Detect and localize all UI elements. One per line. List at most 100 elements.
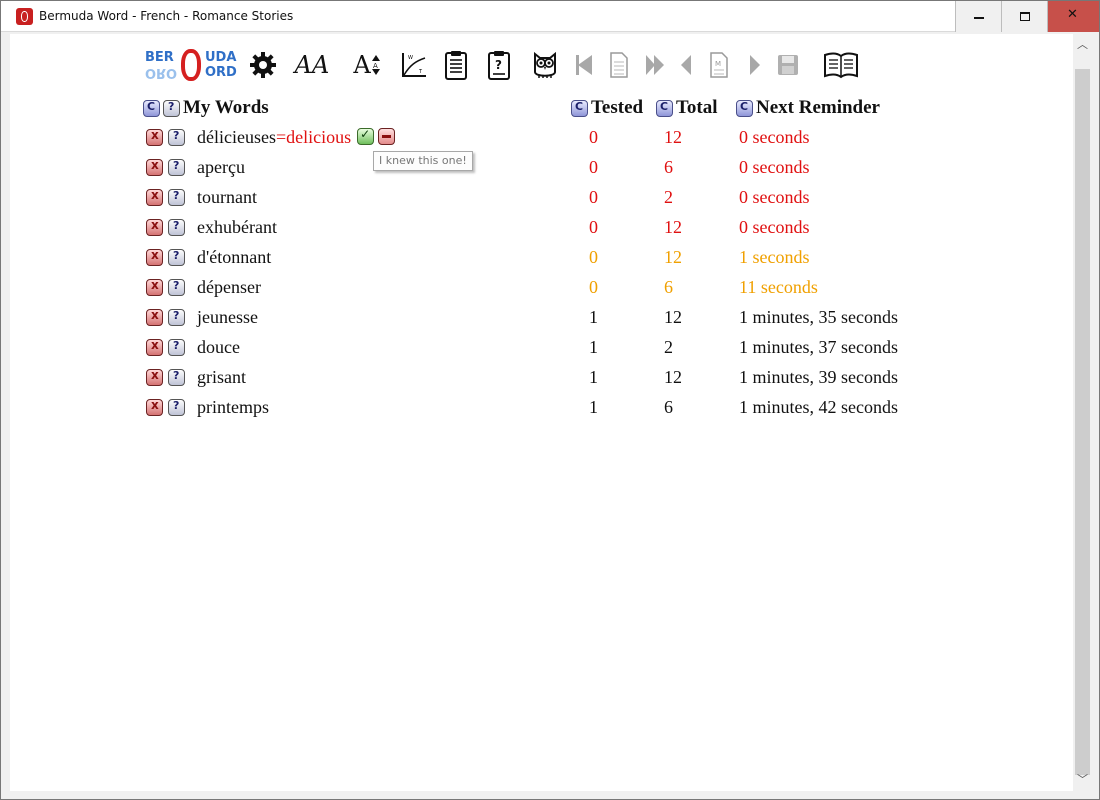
word-help-button[interactable] bbox=[168, 339, 185, 356]
header-my-words: My Words bbox=[143, 97, 269, 119]
page-m-icon[interactable]: M bbox=[707, 48, 731, 82]
delete-word-button[interactable] bbox=[146, 218, 163, 236]
next-reminder-cell: 1 minutes, 39 seconds bbox=[739, 367, 898, 387]
header-next-reminder: Next Reminder bbox=[736, 97, 880, 119]
word-cell[interactable]: délicieuses=delicious bbox=[197, 127, 396, 148]
didnt-know-button[interactable] bbox=[378, 128, 396, 145]
delete-word-button[interactable] bbox=[146, 368, 163, 386]
header-tested: Tested bbox=[571, 97, 643, 119]
svg-text:M: M bbox=[715, 60, 721, 68]
sort-total-button[interactable] bbox=[656, 99, 673, 117]
delete-word-button[interactable] bbox=[146, 248, 163, 266]
word-help-button[interactable] bbox=[168, 309, 185, 326]
word-cell[interactable]: tournant bbox=[197, 187, 257, 208]
graph-icon[interactable]: W T bbox=[399, 48, 429, 82]
word-cell[interactable]: dépenser bbox=[197, 277, 261, 298]
tested-cell: 1 bbox=[589, 307, 598, 327]
word-help-button[interactable] bbox=[168, 249, 185, 266]
font-icon[interactable]: AA bbox=[291, 48, 333, 82]
word-cell[interactable]: d'étonnant bbox=[197, 247, 271, 268]
logo-text-top-left: BER bbox=[145, 50, 174, 65]
bermuda-word-logo[interactable]: BER UDA ORO ORD bbox=[145, 48, 241, 82]
word-help-button[interactable] bbox=[168, 279, 185, 296]
word-text: délicieuses bbox=[197, 127, 276, 147]
total-cell: 12 bbox=[664, 307, 682, 327]
word-row: printemps 1 6 1 minutes, 42 seconds bbox=[146, 397, 926, 419]
fast-forward-icon[interactable] bbox=[643, 48, 667, 82]
word-cell[interactable]: jeunesse bbox=[197, 307, 258, 328]
book-icon[interactable] bbox=[823, 48, 859, 82]
save-icon[interactable] bbox=[775, 48, 801, 82]
next-icon[interactable] bbox=[746, 48, 764, 82]
total-cell: 12 bbox=[664, 217, 682, 237]
help-my-words-button[interactable] bbox=[163, 99, 180, 117]
page-icon[interactable] bbox=[607, 48, 631, 82]
word-cell[interactable]: exhubérant bbox=[197, 217, 277, 238]
svg-text:A: A bbox=[373, 62, 378, 70]
minimize-button[interactable] bbox=[955, 1, 1001, 32]
word-cell[interactable]: grisant bbox=[197, 367, 246, 388]
tested-cell: 0 bbox=[589, 217, 598, 237]
word-help-button[interactable] bbox=[168, 399, 185, 416]
sort-my-words-button[interactable] bbox=[143, 99, 160, 117]
next-reminder-cell: 1 minutes, 35 seconds bbox=[739, 307, 898, 327]
tested-cell: 1 bbox=[589, 397, 598, 417]
word-translation: =delicious bbox=[275, 127, 352, 147]
delete-word-button[interactable] bbox=[146, 158, 163, 176]
close-button[interactable]: ✕ bbox=[1047, 1, 1099, 32]
header-total-label: Total bbox=[676, 97, 718, 118]
scroll-thumb[interactable] bbox=[1075, 69, 1090, 775]
clipboard-list-icon[interactable] bbox=[442, 48, 470, 82]
word-cell[interactable]: aperçu bbox=[197, 157, 245, 178]
owl-icon[interactable] bbox=[530, 48, 560, 82]
next-reminder-cell: 1 minutes, 37 seconds bbox=[739, 337, 898, 357]
word-row: exhubérant 0 12 0 seconds bbox=[146, 217, 926, 239]
font-size-icon-label: A bbox=[353, 51, 371, 79]
logo-text-bottom-left: ORO bbox=[145, 65, 178, 80]
total-cell: 6 bbox=[664, 397, 673, 417]
word-row: grisant 1 12 1 minutes, 39 seconds bbox=[146, 367, 926, 389]
word-cell[interactable]: printemps bbox=[197, 397, 269, 418]
first-page-icon[interactable] bbox=[573, 48, 595, 82]
tested-cell: 1 bbox=[589, 367, 598, 387]
word-help-button[interactable] bbox=[168, 369, 185, 386]
previous-icon[interactable] bbox=[677, 48, 695, 82]
next-reminder-cell: 0 seconds bbox=[739, 127, 810, 147]
scroll-up-icon[interactable]: ︿ bbox=[1073, 34, 1092, 56]
next-reminder-cell: 0 seconds bbox=[739, 157, 810, 177]
maximize-button[interactable] bbox=[1001, 1, 1047, 32]
vertical-scrollbar[interactable]: ︿ ﹀ bbox=[1073, 34, 1092, 791]
tested-cell: 1 bbox=[589, 337, 598, 357]
word-row: tournant 0 2 0 seconds bbox=[146, 187, 926, 209]
sort-next-reminder-button[interactable] bbox=[736, 99, 753, 117]
word-row: d'étonnant 0 12 1 seconds bbox=[146, 247, 926, 269]
delete-word-button[interactable] bbox=[146, 188, 163, 206]
logo-ring-icon bbox=[181, 49, 201, 81]
header-my-words-label: My Words bbox=[183, 97, 269, 118]
tested-cell: 0 bbox=[589, 247, 598, 267]
word-help-button[interactable] bbox=[168, 129, 185, 146]
delete-word-button[interactable] bbox=[146, 278, 163, 296]
font-size-icon[interactable]: A A bbox=[349, 48, 385, 82]
word-help-button[interactable] bbox=[168, 159, 185, 176]
delete-word-button[interactable] bbox=[146, 308, 163, 326]
word-cell[interactable]: douce bbox=[197, 337, 240, 358]
total-cell: 12 bbox=[664, 247, 682, 267]
delete-word-button[interactable] bbox=[146, 128, 163, 146]
sort-tested-button[interactable] bbox=[571, 99, 588, 117]
delete-word-button[interactable] bbox=[146, 338, 163, 356]
clipboard-question-icon[interactable]: ? bbox=[485, 48, 513, 82]
total-cell: 2 bbox=[664, 187, 673, 207]
scroll-down-icon[interactable]: ﹀ bbox=[1073, 769, 1092, 791]
settings-gear-icon[interactable] bbox=[249, 48, 277, 82]
knew-it-button[interactable] bbox=[357, 127, 375, 145]
app-logo-icon bbox=[16, 8, 33, 25]
header-tested-label: Tested bbox=[591, 97, 644, 118]
svg-text:?: ? bbox=[495, 58, 502, 72]
next-reminder-cell: 11 seconds bbox=[739, 277, 818, 297]
app-window: Bermuda Word - French - Romance Stories … bbox=[0, 0, 1100, 800]
delete-word-button[interactable] bbox=[146, 398, 163, 416]
word-help-button[interactable] bbox=[168, 189, 185, 206]
word-help-button[interactable] bbox=[168, 219, 185, 236]
font-icon-label: AA bbox=[294, 51, 330, 79]
